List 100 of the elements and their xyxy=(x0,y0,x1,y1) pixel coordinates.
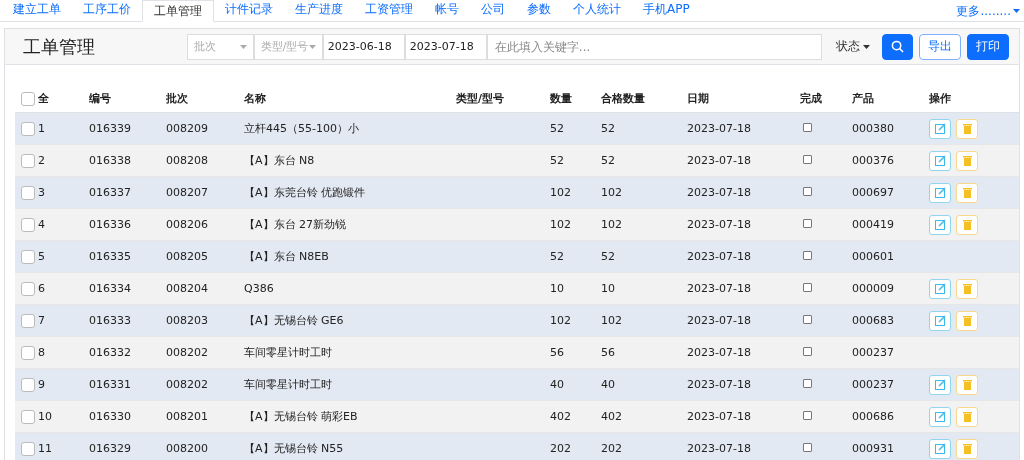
row-checkbox[interactable] xyxy=(21,249,35,264)
row-checkbox[interactable] xyxy=(21,121,35,136)
table-cell-text: 40 xyxy=(550,378,565,391)
delete-button[interactable] xyxy=(956,278,978,299)
row-checkbox[interactable] xyxy=(21,281,35,296)
nav-tab[interactable]: 工单管理 xyxy=(142,0,214,22)
table-cell-text: 【A】东台 N8EB xyxy=(244,249,330,264)
date-from-field[interactable]: 2023-06-18 xyxy=(322,33,405,60)
select-all-checkbox[interactable] xyxy=(21,91,35,106)
row-checkbox[interactable] xyxy=(21,377,35,392)
table-cell-text: 000376 xyxy=(852,154,895,167)
nav-tab[interactable]: 个人统计 xyxy=(562,0,632,21)
table-cell-text: 008200 xyxy=(166,442,209,455)
edit-button[interactable] xyxy=(929,438,951,459)
delete-button[interactable] xyxy=(956,118,978,139)
delete-button[interactable] xyxy=(956,214,978,235)
nav-tab[interactable]: 生产进度 xyxy=(284,0,354,21)
edit-icon xyxy=(934,219,946,230)
date-to-field[interactable]: 2023-07-18 xyxy=(404,33,487,60)
delete-button[interactable] xyxy=(956,374,978,395)
done-checkbox[interactable] xyxy=(803,219,812,228)
done-checkbox[interactable] xyxy=(803,123,812,132)
edit-icon xyxy=(934,315,946,326)
edit-button[interactable] xyxy=(929,150,951,171)
table-cell-text: 000697 xyxy=(852,186,895,199)
row-number: 5 xyxy=(38,250,45,263)
export-button[interactable]: 导出 xyxy=(919,33,961,60)
nav-tab[interactable]: 建立工单 xyxy=(2,0,72,21)
row-checkbox[interactable] xyxy=(21,409,35,424)
trash-icon xyxy=(962,187,972,198)
table-cell-text: 10 xyxy=(601,282,616,295)
table-cell-text: 【A】无锡台铃 萌彩EB xyxy=(244,409,359,424)
row-checkbox[interactable] xyxy=(21,345,35,360)
row-number: 9 xyxy=(38,378,45,391)
trash-icon xyxy=(962,283,972,294)
more-menu[interactable]: 更多........ xyxy=(956,1,1024,21)
table-cell-text: 000683 xyxy=(852,314,895,327)
table-cell-text: 102 xyxy=(601,186,623,199)
done-checkbox[interactable] xyxy=(803,379,812,388)
table-cell-text: 102 xyxy=(550,218,572,231)
table-cell-text: 008202 xyxy=(166,378,209,391)
done-checkbox[interactable] xyxy=(803,315,812,324)
done-checkbox[interactable] xyxy=(803,347,812,356)
batch-select[interactable]: 批次 xyxy=(186,33,254,60)
edit-button[interactable] xyxy=(929,310,951,331)
nav-tab[interactable]: 公司 xyxy=(470,0,516,21)
row-checkbox[interactable] xyxy=(21,217,35,232)
search-button[interactable] xyxy=(882,33,913,60)
row-checkbox[interactable] xyxy=(21,153,35,168)
table-cell-text: 202 xyxy=(550,442,572,455)
edit-button[interactable] xyxy=(929,278,951,299)
table-cell-text: 000419 xyxy=(852,218,895,231)
edit-button[interactable] xyxy=(929,374,951,395)
table-cell-text: 008206 xyxy=(166,218,209,231)
edit-icon xyxy=(934,123,946,134)
table-cell-text: 车间零星计时工时 xyxy=(244,345,333,360)
type-select[interactable]: 类型/型号 xyxy=(253,33,323,60)
table-cell-text: 000009 xyxy=(852,282,895,295)
search-field[interactable]: 在此填入关键字... xyxy=(486,33,822,60)
done-checkbox[interactable] xyxy=(803,411,812,420)
table-cell-text: 000601 xyxy=(852,250,895,263)
row-checkbox[interactable] xyxy=(21,313,35,328)
nav-tab[interactable]: 计件记录 xyxy=(214,0,284,21)
status-dropdown[interactable]: 状态 xyxy=(832,33,874,60)
column-header: 数量 xyxy=(550,91,573,106)
table-cell-text: 2023-07-18 xyxy=(687,442,752,455)
delete-button[interactable] xyxy=(956,182,978,203)
nav-tab[interactable]: 工资管理 xyxy=(354,0,424,21)
table-cell-text: 52 xyxy=(550,154,565,167)
delete-button[interactable] xyxy=(956,406,978,427)
column-header: 产品 xyxy=(852,91,875,106)
edit-button[interactable] xyxy=(929,182,951,203)
delete-button[interactable] xyxy=(956,438,978,459)
done-checkbox[interactable] xyxy=(803,155,812,164)
table-cell-text: 008208 xyxy=(166,154,209,167)
edit-button[interactable] xyxy=(929,406,951,427)
row-checkbox[interactable] xyxy=(21,441,35,456)
nav-tab[interactable]: 帐号 xyxy=(424,0,470,21)
delete-button[interactable] xyxy=(956,310,978,331)
table-cell-text: 【A】东台 N8 xyxy=(244,153,316,168)
row-number: 10 xyxy=(38,410,52,423)
column-header: 日期 xyxy=(687,91,710,106)
edit-button[interactable] xyxy=(929,214,951,235)
table-cell-text: 【A】无锡台铃 GE6 xyxy=(244,313,345,328)
done-checkbox[interactable] xyxy=(803,251,812,260)
nav-tab[interactable]: 参数 xyxy=(516,0,562,21)
done-checkbox[interactable] xyxy=(803,187,812,196)
row-number: 4 xyxy=(38,218,45,231)
row-checkbox[interactable] xyxy=(21,185,35,200)
print-button[interactable]: 打印 xyxy=(967,33,1009,60)
nav-tab[interactable]: 手机APP xyxy=(632,0,701,21)
table-cell-text: 52 xyxy=(601,122,616,135)
table-cell-text: 016331 xyxy=(89,378,132,391)
edit-button[interactable] xyxy=(929,118,951,139)
nav-tab[interactable]: 工序工价 xyxy=(72,0,142,21)
table-cell-text: 102 xyxy=(550,314,572,327)
done-checkbox[interactable] xyxy=(803,283,812,292)
trash-icon xyxy=(962,411,972,422)
delete-button[interactable] xyxy=(956,150,978,171)
done-checkbox[interactable] xyxy=(803,443,812,452)
